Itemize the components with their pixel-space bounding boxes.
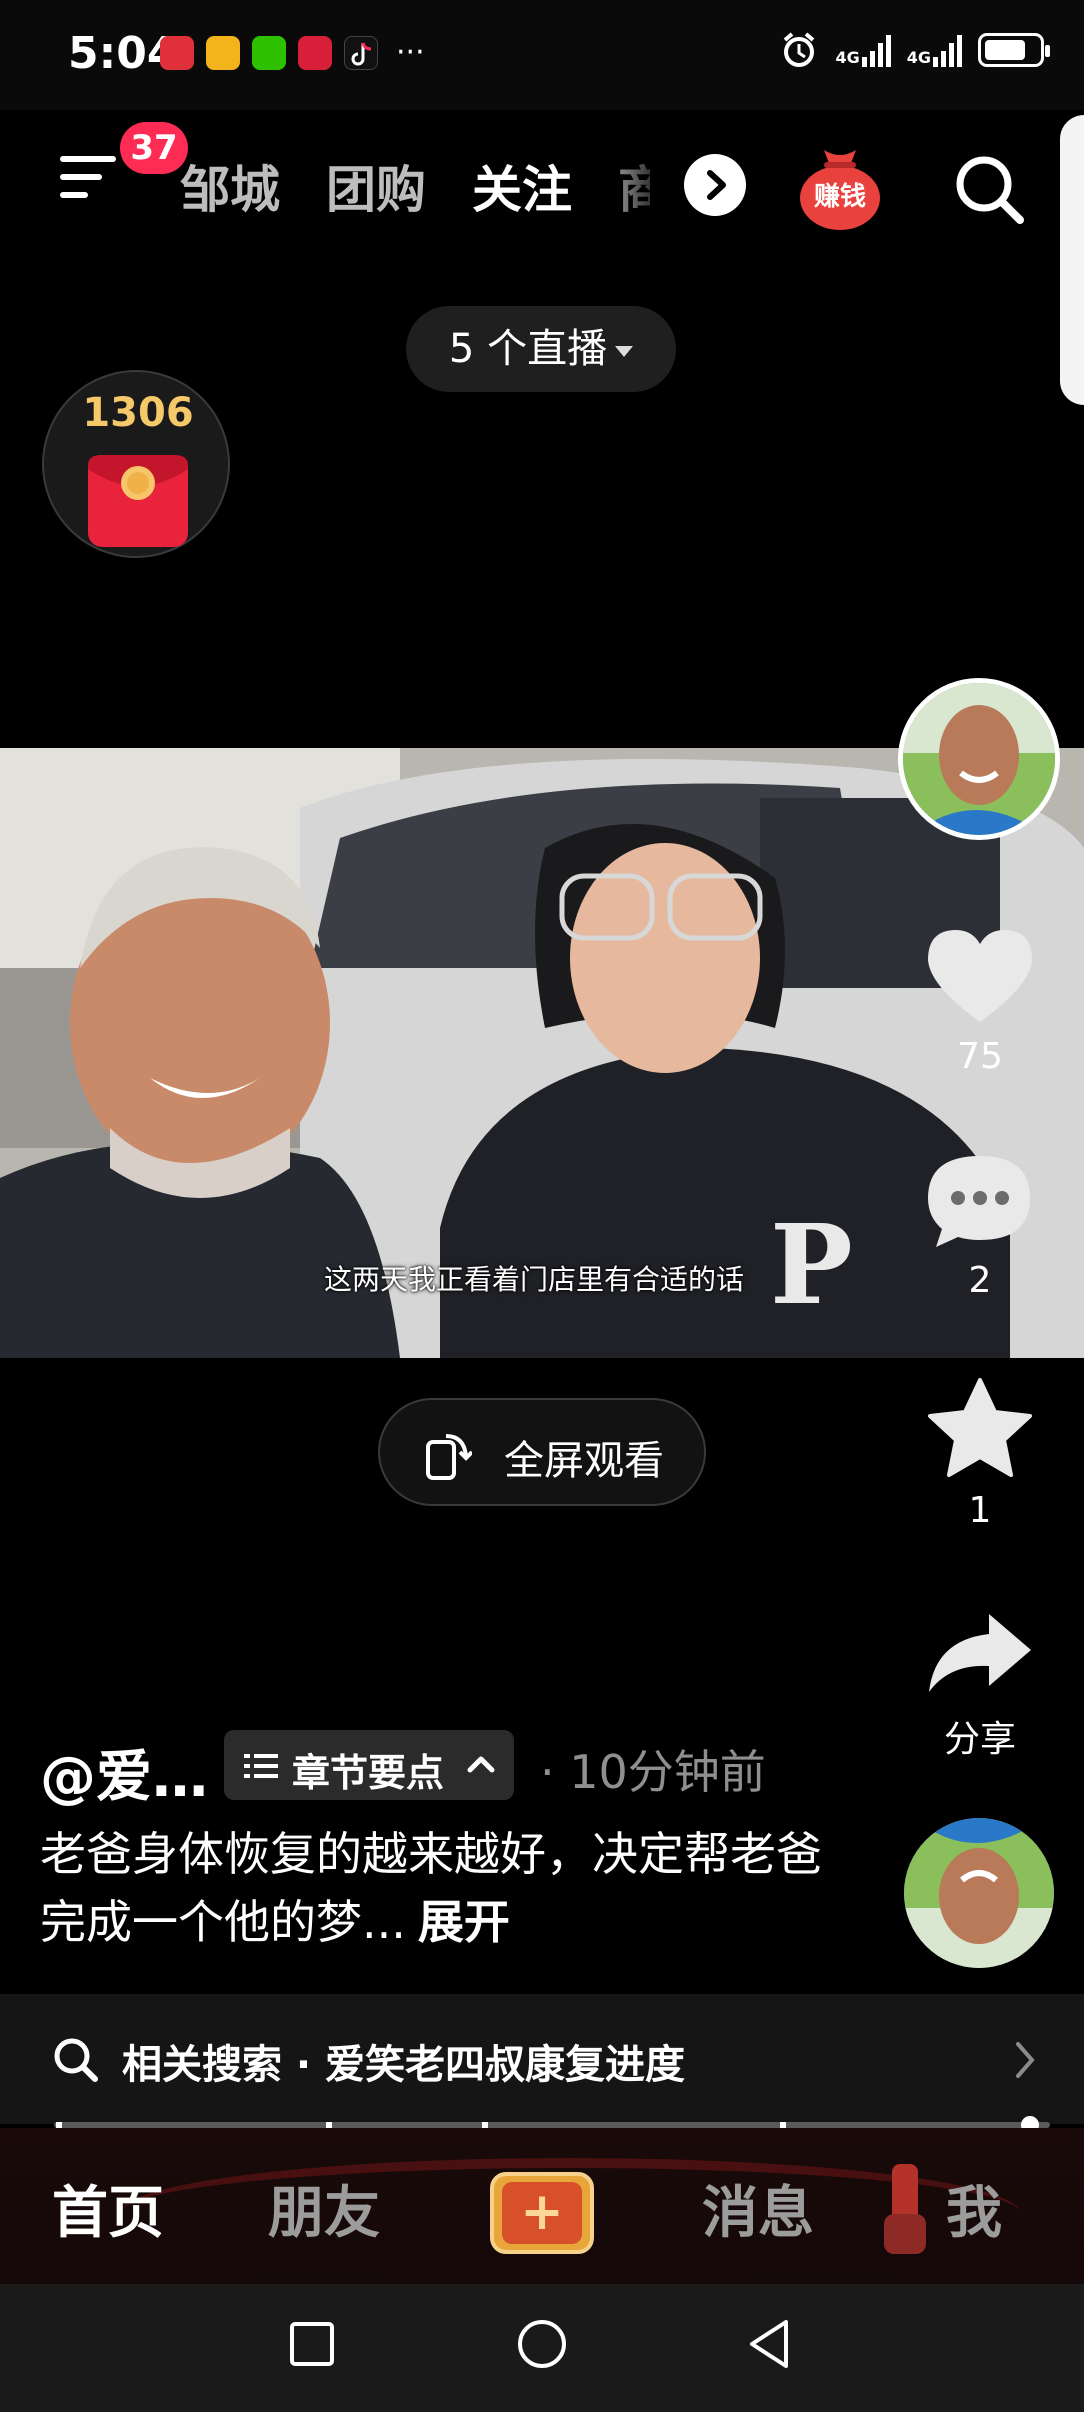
music-disc-avatar[interactable] <box>904 1818 1054 1968</box>
search-icon <box>54 2038 98 2082</box>
top-navigation: 37 邹城团购关注商城 赚钱 <box>0 110 1084 260</box>
avatar-image <box>903 683 1055 835</box>
author-name[interactable]: @爱… <box>40 1732 208 1813</box>
fullscreen-button[interactable]: 全屏观看 <box>378 1398 706 1506</box>
tab-group-buy[interactable]: 团购 <box>326 150 426 222</box>
chapter-points-button[interactable]: 章节要点 <box>224 1730 514 1800</box>
notification-badge: 37 <box>120 122 188 174</box>
video-description: 老爸身体恢复的越来越好，决定帮老爸完成一个他的梦... 展开 <box>40 1820 860 1956</box>
caret-down-icon <box>615 345 634 357</box>
status-app-icons: ··· <box>160 36 425 70</box>
share-button[interactable]: 分享 <box>910 1610 1050 1762</box>
expand-button[interactable]: 展开 <box>418 1895 510 1949</box>
tiktok-app-icon <box>344 36 378 70</box>
chapter-points-label: 章节要点 <box>292 1751 445 1795</box>
mascot-decoration <box>884 2164 926 2254</box>
heart-icon <box>928 930 1032 1022</box>
back-triangle-icon[interactable] <box>742 2314 802 2374</box>
bank-app-icon <box>298 36 332 70</box>
favorite-count: 1 <box>968 1490 992 1531</box>
post-time: · 10分钟前 <box>540 1745 766 1799</box>
bottom-navigation: 首页 朋友 + 消息 我 <box>0 2128 1084 2284</box>
nav-friends[interactable]: 朋友 <box>268 2168 380 2249</box>
create-post-button[interactable]: + <box>490 2172 594 2254</box>
nav-home[interactable]: 首页 <box>52 2168 164 2249</box>
status-bar: 5:04 ··· 4G 4G <box>0 0 1084 110</box>
menu-icon[interactable] <box>60 156 120 216</box>
tab-local[interactable]: 邹城 <box>180 150 280 222</box>
alarm-icon <box>784 32 815 67</box>
side-drawer-handle[interactable] <box>1060 115 1084 405</box>
live-streams-button[interactable]: 5 个直播 <box>406 306 676 392</box>
comment-icon <box>928 1156 1030 1247</box>
feed-tabs: 邹城团购关注商城 <box>180 150 650 230</box>
red-packet-icon <box>88 455 188 547</box>
huawei-app-icon <box>160 36 194 70</box>
comment-button[interactable]: 2 <box>910 1150 1050 1301</box>
related-search-bar[interactable]: 相关搜索 · 爱笑老四叔康复进度 <box>0 1994 1084 2124</box>
earn-money-label: 赚钱 <box>813 182 866 212</box>
related-search-text: 相关搜索 · 爱笑老四叔康复进度 <box>122 2042 686 2088</box>
nav-me[interactable]: 我 <box>946 2168 1002 2249</box>
weibo-app-icon <box>206 36 240 70</box>
chevron-up-icon <box>467 1756 495 1773</box>
status-right-icons: 4G 4G <box>779 30 1050 70</box>
tab-following[interactable]: 关注 <box>472 150 572 222</box>
system-navigation-bar <box>0 2284 1084 2412</box>
star-icon <box>928 1378 1032 1477</box>
favorite-button[interactable]: 1 <box>910 1376 1050 1531</box>
more-tabs-button[interactable] <box>684 154 746 216</box>
wechat-app-icon <box>252 36 286 70</box>
signal-1: 4G <box>835 33 891 67</box>
like-count: 75 <box>957 1036 1003 1077</box>
live-streams-label: 5 个直播 <box>448 326 608 372</box>
avatar-image-rotated <box>904 1818 1054 1968</box>
search-icon[interactable] <box>950 150 1030 230</box>
nav-messages[interactable]: 消息 <box>702 2168 814 2249</box>
chevron-right-icon <box>707 170 726 200</box>
fullscreen-label: 全屏观看 <box>504 1438 664 1484</box>
tabs-fade <box>600 140 670 240</box>
home-circle-icon[interactable] <box>512 2314 572 2374</box>
share-arrow-icon <box>929 1614 1031 1692</box>
status-more-dots: ··· <box>396 35 425 70</box>
chevron-right-icon <box>1016 2042 1035 2078</box>
signal-2: 4G <box>907 33 962 67</box>
share-label: 分享 <box>943 1719 1016 1760</box>
red-packet-count: 1306 <box>82 390 194 436</box>
plus-icon: + <box>502 2182 582 2244</box>
list-icon <box>244 1754 278 1778</box>
battery-icon <box>978 33 1050 67</box>
rotate-screen-icon <box>426 1434 472 1480</box>
recent-apps-icon[interactable] <box>282 2314 342 2374</box>
author-avatar[interactable] <box>898 678 1060 840</box>
comment-count: 2 <box>968 1260 992 1301</box>
like-button[interactable]: 75 <box>910 926 1050 1077</box>
red-packet-widget[interactable]: 1306 <box>42 370 230 558</box>
